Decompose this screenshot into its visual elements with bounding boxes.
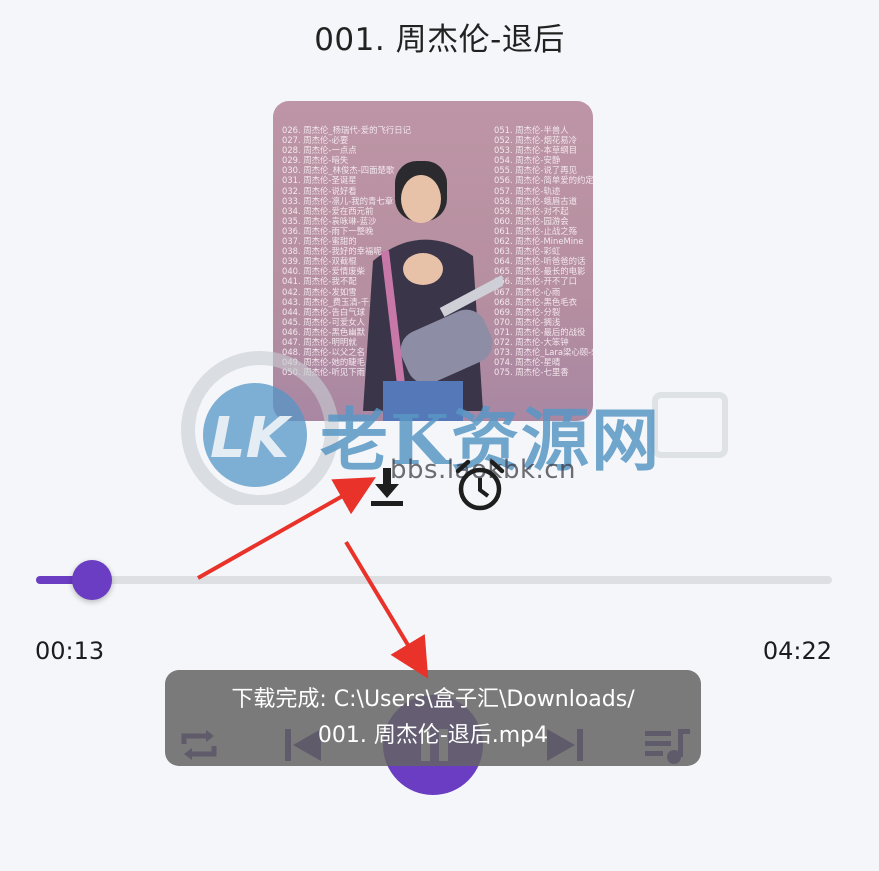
cover-tracklist-right-item: 072. 周杰伦-大笨钟 [494,336,569,347]
current-time: 00:13 [35,637,105,665]
arrow-to-download [197,477,376,580]
cover-tracklist-right-item: 068. 周杰伦-黑色毛衣 [494,296,577,307]
cover-tracklist-right-item: 061. 周杰伦-止战之殇 [494,225,577,236]
download-icon[interactable] [362,462,412,512]
cover-tracklist-right-item: 054. 周杰伦-安静 [494,155,561,166]
cover-tracklist-right: 051. 周杰伦-半兽人 052. 周杰伦-烟花易冷 053. 周杰伦-本草纲目 05… [494,125,593,377]
cover-tracklist-right-item: 071. 周杰伦-最后的战役 [494,326,586,337]
progress-thumb[interactable] [71,560,112,600]
cover-tracklist-right-item: 065. 周杰伦-最长的电影 [494,266,586,277]
singer-image [363,161,503,421]
cover-tracklist-right-item: 058. 周杰伦-蛾眉古道 [494,195,577,206]
cover-tracklist-right-item: 059. 周杰伦-对不起 [494,205,569,216]
cover-tracklist-right-item: 074. 周杰伦-星晴 [494,357,561,368]
cover-tracklist-right-item: 057. 周杰伦-轨迹 [494,185,561,196]
download-complete-toast: 下载完成: C:\Users\盒子汇\Downloads/ 001. 周杰伦-退… [165,670,701,766]
progress-bar[interactable] [36,560,832,600]
cover-tracklist-right-item: 051. 周杰伦-半兽人 [494,125,569,135]
cover-tracklist-right-item: 055. 周杰伦-说了再见 [494,165,577,176]
duration-time: 04:22 [762,637,832,665]
track-title: 001. 周杰伦-退后 [314,22,565,58]
cover-tracklist-right-item: 053. 周杰伦-本草纲目 [494,145,577,156]
album-cover: 026. 周杰伦_杨瑞代-爱的飞行日记 027. 周杰伦-必要 028. 周杰伦-一… [273,101,593,421]
cover-tracklist-right-item: 060. 周杰伦-园游会 [494,215,569,226]
arrow-to-toast [344,540,429,679]
cover-tracklist-right-item: 052. 周杰伦-烟花易冷 [494,135,577,146]
cover-tracklist-right-item: 073. 周杰伦_Lara梁心颐-想 [494,347,593,358]
toast-line-1: 下载完成: C:\Users\盒子汇\Downloads/ [231,687,635,712]
alarm-clock-icon[interactable] [453,458,507,514]
cover-tracklist-right-item: 056. 周杰伦-简单爱的约定 [494,175,593,186]
cover-tracklist-right-item: 067. 周杰伦-心雨 [494,286,561,297]
progress-fill [36,576,76,584]
cover-tracklist-left-item: 027. 周杰伦-必要 [282,135,349,146]
cover-tracklist-right-item: 070. 周杰伦-搁浅 [494,316,561,327]
cover-tracklist-right-item: 069. 周杰伦-分裂 [494,306,561,317]
cover-tracklist-left-item: 026. 周杰伦_杨瑞代-爱的飞行日记 [282,125,412,135]
toast-line-2: 001. 周杰伦-退后.mp4 [317,723,549,748]
cover-tracklist-right-item: 063. 周杰伦-彩虹 [494,246,561,257]
cover-tracklist-right-item: 062. 周杰伦-MineMine [494,236,584,247]
cover-tracklist-right-item: 075. 周杰伦-七里香 [494,367,569,378]
cover-tracklist-right-item: 066. 周杰伦-开不了口 [494,276,577,287]
cover-tracklist-right-item: 064. 周杰伦-听爸爸的话 [494,256,586,267]
